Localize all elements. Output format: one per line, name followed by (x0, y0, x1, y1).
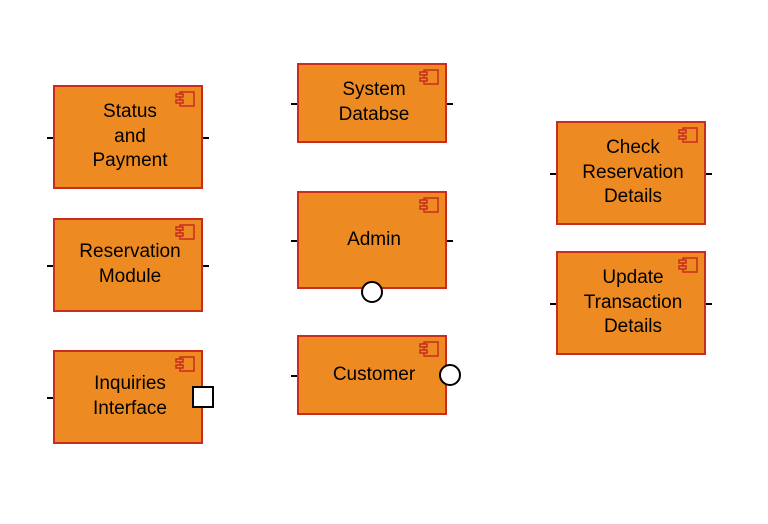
component-status-payment: Status and Payment (53, 85, 203, 189)
component-update-transaction: Update Transaction Details (556, 251, 706, 355)
component-label: System Databse (339, 78, 410, 127)
component-label: Check Reservation Details (582, 136, 683, 210)
circle-port (439, 364, 461, 386)
component-icon (175, 91, 195, 107)
component-icon (678, 127, 698, 143)
component-icon (419, 69, 439, 85)
component-icon (419, 341, 439, 357)
component-label: Admin (347, 228, 401, 253)
component-label: Status and Payment (93, 100, 168, 174)
circle-port (361, 281, 383, 303)
component-inquiries-interface: Inquiries Interface (53, 350, 203, 444)
component-icon (175, 356, 195, 372)
component-check-reservation: Check Reservation Details (556, 121, 706, 225)
component-label: Reservation Module (79, 240, 180, 289)
component-customer: Customer (297, 335, 447, 415)
square-port (192, 386, 214, 408)
component-admin: Admin (297, 191, 447, 289)
component-label: Customer (333, 363, 415, 388)
component-icon (419, 197, 439, 213)
component-system-database: System Databse (297, 63, 447, 143)
component-reservation-module: Reservation Module (53, 218, 203, 312)
component-label: Update Transaction Details (584, 266, 683, 340)
component-label: Inquiries Interface (93, 372, 167, 421)
component-icon (678, 257, 698, 273)
component-icon (175, 224, 195, 240)
